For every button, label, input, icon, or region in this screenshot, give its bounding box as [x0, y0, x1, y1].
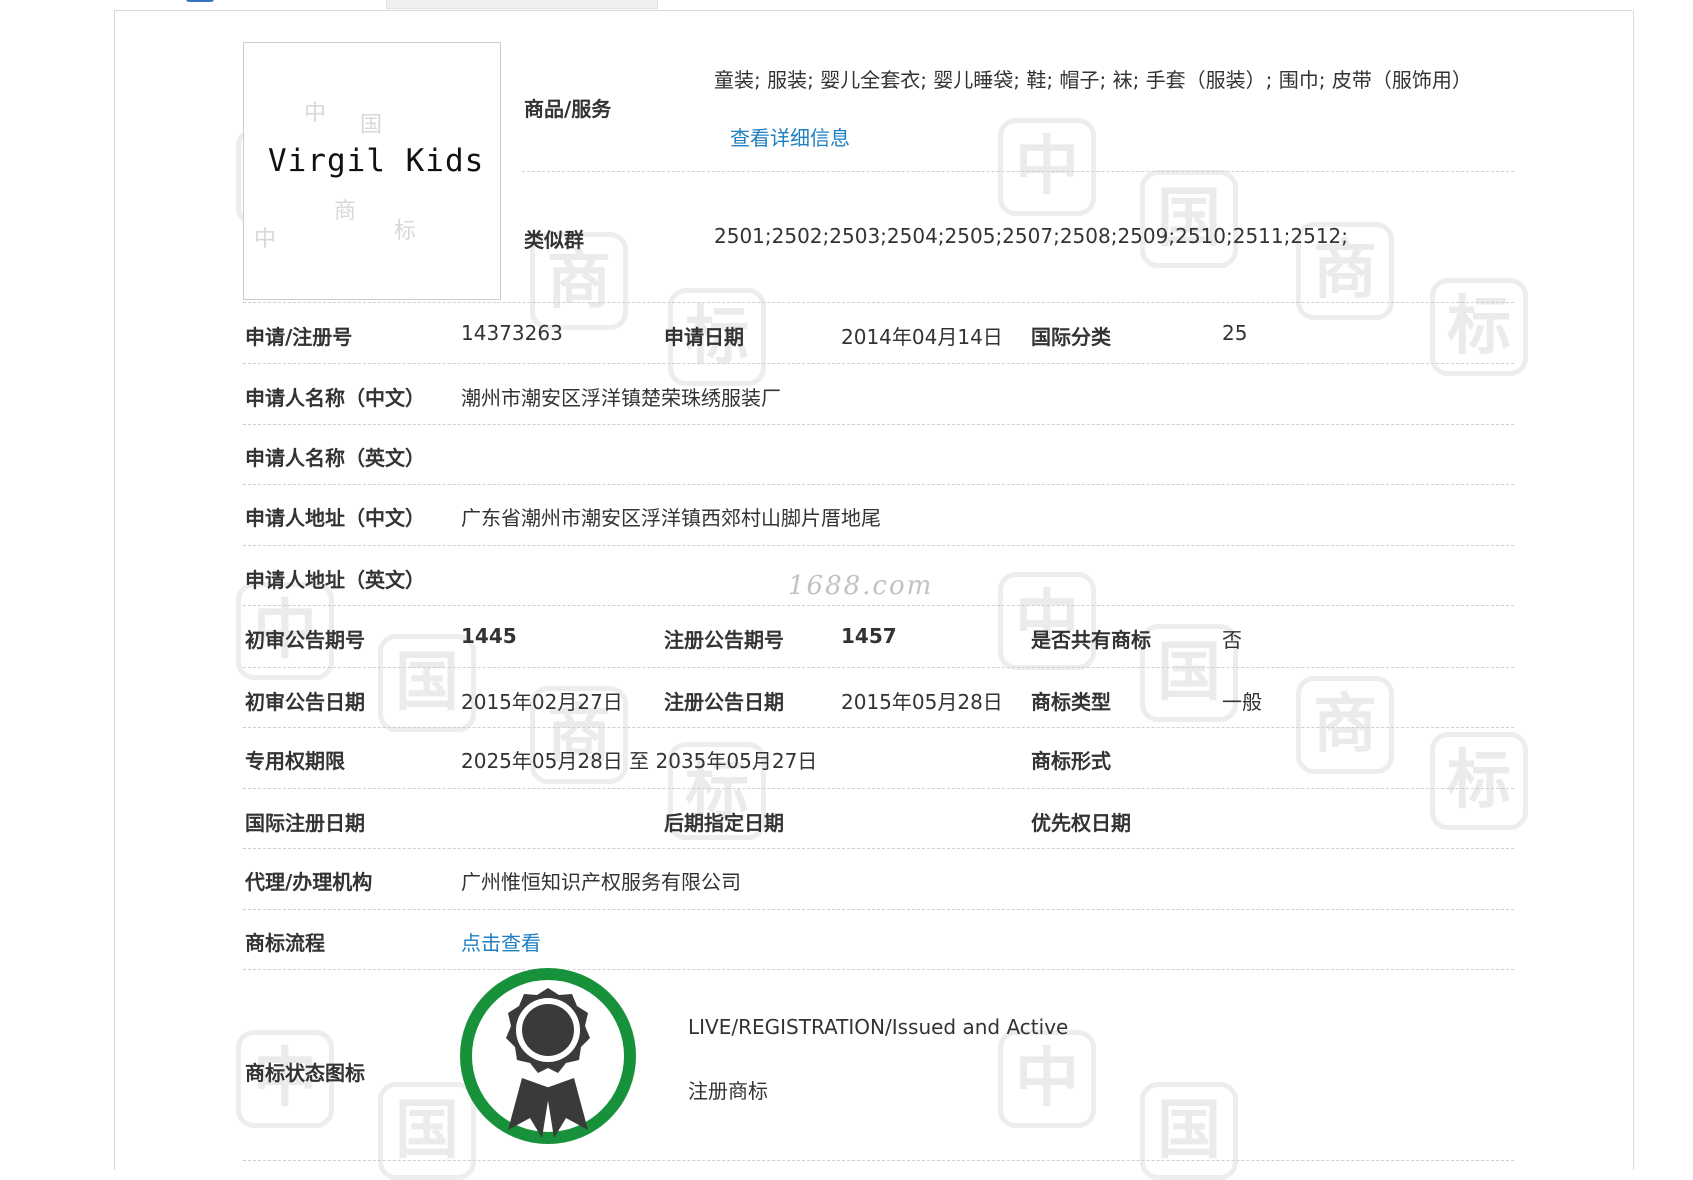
- row-divider: [243, 484, 1514, 485]
- status-text-en: LIVE/REGISTRATION/Issued and Active: [688, 1015, 1069, 1039]
- row-divider: [243, 667, 1514, 668]
- intl-class-label: 国际分类: [1031, 325, 1111, 349]
- row-divider: [243, 788, 1514, 789]
- tab-active-marker: [186, 0, 214, 2]
- row-divider: [243, 302, 1514, 303]
- priority-date-label: 优先权日期: [1031, 811, 1131, 835]
- logo-text: Virgil Kids: [268, 143, 485, 179]
- goods-label: 商品/服务: [524, 97, 612, 121]
- app-date-label: 申请日期: [664, 325, 744, 349]
- prelim-gazette-no-value: 1445: [461, 624, 517, 648]
- applicant-en-label: 申请人名称（英文）: [245, 446, 425, 470]
- row-divider: [243, 424, 1514, 425]
- address-cn-label: 申请人地址（中文）: [245, 506, 425, 530]
- tab-inactive[interactable]: [386, 0, 658, 9]
- shared-mark-label: 是否共有商标: [1031, 628, 1151, 652]
- row-divider: [243, 848, 1514, 849]
- watermark-char: 国: [1140, 1082, 1238, 1180]
- reg-gazette-date-label: 注册公告日期: [664, 690, 784, 714]
- watermark-char: 商: [1296, 676, 1394, 774]
- prelim-gazette-date-label: 初审公告日期: [245, 690, 365, 714]
- reg-no-label: 申请/注册号: [245, 325, 353, 349]
- applicant-cn-label: 申请人名称（中文）: [245, 386, 425, 410]
- watermark-char: 标: [1430, 278, 1528, 376]
- row-divider: [243, 969, 1514, 970]
- agent-label: 代理/办理机构: [245, 870, 373, 894]
- similar-group-label: 类似群: [524, 228, 584, 252]
- row-divider: [243, 1160, 1514, 1161]
- similar-group-value: 2501;2502;2503;2504;2505;2507;2508;2509;…: [714, 224, 1349, 248]
- row-divider: [243, 363, 1514, 364]
- logo-watermark: 国: [360, 113, 383, 138]
- exclusive-term-label: 专用权期限: [245, 749, 345, 773]
- row-divider: [243, 605, 1514, 606]
- shared-mark-value: 否: [1222, 628, 1242, 652]
- address-cn-value: 广东省潮州市潮安区浮洋镇西郊村山脚片厝地尾: [461, 506, 881, 530]
- watermark-char: 标: [1430, 732, 1528, 830]
- reg-gazette-no-label: 注册公告期号: [664, 628, 784, 652]
- row-divider: [243, 727, 1514, 728]
- address-en-label: 申请人地址（英文）: [245, 568, 425, 592]
- logo-watermark: 标: [394, 219, 417, 244]
- app-date-value: 2014年04月14日: [841, 325, 1003, 349]
- watermark-char: 国: [1140, 170, 1238, 268]
- intl-reg-date-label: 国际注册日期: [245, 811, 365, 835]
- site-watermark: 1688.com: [788, 571, 934, 601]
- prelim-gazette-date-value: 2015年02月27日: [461, 690, 623, 714]
- row-divider: [243, 909, 1514, 910]
- watermark-char: 国: [378, 634, 476, 732]
- goods-detail-link[interactable]: 查看详细信息: [730, 122, 850, 151]
- prelim-gazette-no-label: 初审公告期号: [245, 628, 365, 652]
- logo-watermark: 中: [254, 227, 277, 252]
- tab-active[interactable]: [114, 0, 384, 10]
- exclusive-term-value: 2025年05月28日 至 2035年05月27日: [461, 749, 818, 773]
- applicant-cn-value: 潮州市潮安区浮洋镇楚荣珠绣服装厂: [461, 386, 781, 410]
- registered-status-icon: [460, 968, 636, 1144]
- reg-no-value: 14373263: [461, 321, 563, 345]
- row-divider: [243, 545, 1514, 546]
- logo-watermark: 商: [334, 199, 357, 224]
- mark-type-label: 商标类型: [1031, 690, 1111, 714]
- watermark-char: 中: [998, 572, 1096, 670]
- intl-class-value: 25: [1222, 321, 1248, 345]
- status-icon-label: 商标状态图标: [245, 1061, 365, 1085]
- reg-gazette-no-value: 1457: [841, 624, 897, 648]
- status-text-cn: 注册商标: [688, 1079, 768, 1103]
- trademark-flow-label: 商标流程: [245, 931, 325, 955]
- mark-form-label: 商标形式: [1031, 749, 1111, 773]
- reg-gazette-date-value: 2015年05月28日: [841, 690, 1003, 714]
- watermark-char: 中: [998, 118, 1096, 216]
- mark-type-value: 一般: [1222, 690, 1262, 714]
- trademark-logo-image: 中 国 商 标 中 Virgil Kids: [243, 42, 501, 300]
- agent-value: 广州惟恒知识产权服务有限公司: [461, 870, 741, 894]
- trademark-flow-link[interactable]: 点击查看: [461, 927, 541, 956]
- goods-value: 童装; 服装; 婴儿全套衣; 婴儿睡袋; 鞋; 帽子; 袜; 手套（服装）; 围…: [714, 68, 1472, 92]
- watermark-char: 中: [998, 1030, 1096, 1128]
- later-designation-date-label: 后期指定日期: [664, 811, 784, 835]
- logo-watermark: 中: [304, 101, 327, 126]
- row-divider: [522, 171, 1514, 172]
